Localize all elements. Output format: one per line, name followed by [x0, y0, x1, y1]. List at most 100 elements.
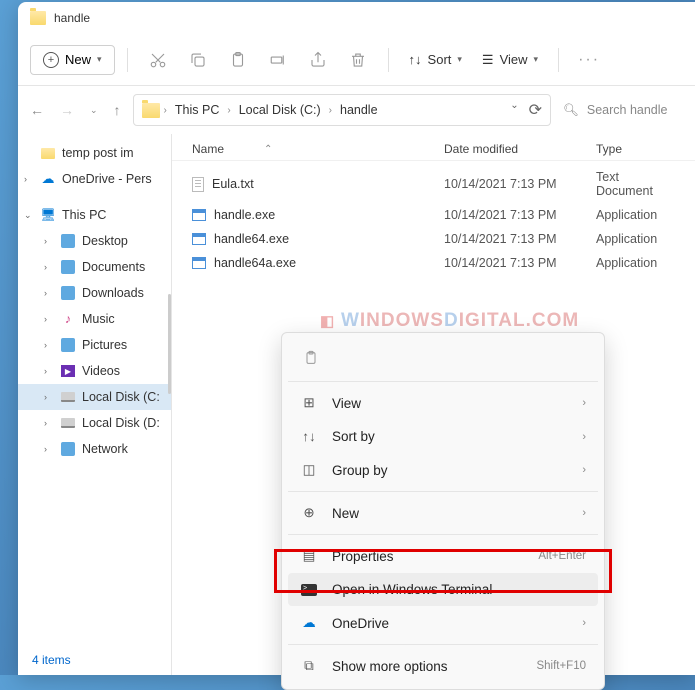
ctx-open-terminal[interactable]: Open in Windows Terminal [288, 573, 598, 606]
sidebar-item[interactable]: ›☁OneDrive - Pers [18, 166, 171, 192]
ctx-show-more[interactable]: ⧉ Show more options Shift+F10 [288, 649, 598, 683]
sidebar-item[interactable]: ›Documents [18, 254, 171, 280]
file-icon [192, 257, 206, 269]
file-name: handle64.exe [214, 232, 289, 246]
ctx-properties[interactable]: ▤ Properties Alt+Enter [288, 539, 598, 573]
more-icon: ⧉ [300, 658, 318, 674]
cut-icon[interactable] [140, 42, 176, 78]
file-name: Eula.txt [212, 177, 254, 191]
dropdown-icon[interactable]: ⌄ [510, 100, 518, 120]
separator [558, 48, 559, 72]
file-row[interactable]: handle64.exe10/14/2021 7:13 PMApplicatio… [172, 227, 695, 251]
chevron-icon: › [44, 392, 47, 402]
sidebar-label: Downloads [82, 286, 144, 300]
chevron-right-icon: › [582, 617, 586, 629]
chevron-icon: ⌄ [24, 210, 32, 221]
chevron-down-icon: ▾ [534, 54, 539, 65]
file-icon [192, 233, 206, 245]
ctx-new[interactable]: ⊕ New › [288, 496, 598, 530]
file-type: Text Document [596, 170, 675, 198]
paste-icon[interactable] [220, 42, 256, 78]
pc-icon: 🖥︎ [40, 207, 56, 223]
file-icon [192, 209, 206, 221]
view-button[interactable]: ☰ View ▾ [474, 46, 546, 74]
chevron-icon: › [44, 444, 47, 454]
sidebar-item[interactable]: › Downloads [18, 280, 171, 306]
breadcrumb-disk[interactable]: Local Disk (C:) [235, 101, 325, 119]
file-icon [192, 177, 204, 192]
chevron-down-icon: ▾ [97, 54, 102, 65]
shortcut-label: Alt+Enter [538, 550, 586, 562]
generic-icon [60, 337, 76, 353]
ctx-onedrive[interactable]: ☁ OneDrive › [288, 606, 598, 640]
folder-icon [142, 103, 160, 118]
music-icon: ♪ [60, 311, 76, 327]
file-type: Application [596, 208, 675, 222]
refresh-icon[interactable]: ⟳ [529, 100, 542, 120]
recent-button[interactable]: ⌄ [90, 105, 98, 116]
breadcrumb-folder[interactable]: handle [336, 101, 382, 119]
chevron-icon: › [44, 236, 47, 246]
new-button[interactable]: + New ▾ [30, 45, 115, 75]
col-date[interactable]: Date modified [444, 142, 596, 156]
more-button[interactable]: ··· [571, 42, 607, 78]
file-row[interactable]: handle.exe10/14/2021 7:13 PMApplication [172, 203, 695, 227]
file-type: Application [596, 256, 675, 270]
view-icon: ☰ [482, 52, 494, 68]
chevron-right-icon: › [329, 105, 332, 116]
share-icon[interactable] [300, 42, 336, 78]
cloud-icon: ☁ [300, 615, 318, 631]
delete-icon[interactable] [340, 42, 376, 78]
scrollbar[interactable] [168, 294, 171, 394]
toolbar: + New ▾ ↑↓ Sort ▾ ☰ View ▾ ··· [18, 34, 695, 86]
disk-icon [60, 415, 76, 431]
plus-icon: + [43, 52, 59, 68]
search-box[interactable]: 🔍︎ Search handle [563, 103, 683, 118]
ctx-groupby[interactable]: ◫ Group by › [288, 453, 598, 487]
video-icon: ▶ [60, 363, 76, 379]
sort-button[interactable]: ↑↓ Sort ▾ [401, 46, 470, 73]
ctx-sortby[interactable]: ↑↓ Sort by › [288, 420, 598, 453]
properties-icon: ▤ [300, 548, 318, 564]
address-bar[interactable]: › This PC › Local Disk (C:) › handle ⌄ ⟳ [133, 94, 551, 126]
copy-icon[interactable] [180, 42, 216, 78]
forward-button[interactable]: → [60, 102, 74, 118]
chevron-right-icon: › [582, 464, 586, 476]
chevron-icon: › [44, 314, 47, 324]
file-row[interactable]: Eula.txt10/14/2021 7:13 PMText Document [172, 165, 695, 203]
col-type[interactable]: Type [596, 142, 675, 156]
sidebar-item[interactable]: › Desktop [18, 228, 171, 254]
back-button[interactable]: ← [30, 102, 44, 118]
file-row[interactable]: handle64a.exe10/14/2021 7:13 PMApplicati… [172, 251, 695, 275]
sidebar-label: This PC [62, 208, 106, 222]
sidebar-item[interactable]: ›Local Disk (C: [18, 384, 171, 410]
separator [388, 48, 389, 72]
sidebar-label: Desktop [82, 234, 128, 248]
sidebar-item[interactable]: ›▶Videos [18, 358, 171, 384]
sidebar-label: Network [82, 442, 128, 456]
sort-icon: ↑↓ [300, 429, 318, 444]
separator [288, 381, 598, 382]
paste-icon[interactable] [294, 343, 328, 373]
chevron-icon: › [44, 288, 47, 298]
ctx-view[interactable]: ⊞ View › [288, 386, 598, 420]
sidebar-item[interactable]: temp post im [18, 140, 171, 166]
breadcrumb-thispc[interactable]: This PC [171, 101, 223, 119]
separator [288, 644, 598, 645]
sidebar-item[interactable]: ›♪Music [18, 306, 171, 332]
generic-icon [60, 285, 76, 301]
sidebar-item[interactable]: ›Pictures [18, 332, 171, 358]
up-button[interactable]: ↑ [114, 102, 121, 118]
sidebar-label: Videos [82, 364, 120, 378]
file-date: 10/14/2021 7:13 PM [444, 256, 596, 270]
rename-icon[interactable] [260, 42, 296, 78]
sidebar-label: Pictures [82, 338, 127, 352]
sidebar-label: Documents [82, 260, 145, 274]
col-name[interactable]: Name⌃ [192, 142, 444, 156]
group-icon: ◫ [300, 462, 318, 478]
window-title: handle [54, 11, 90, 25]
sidebar-item[interactable]: › Network [18, 436, 171, 462]
sidebar-item[interactable]: ›Local Disk (D: [18, 410, 171, 436]
sidebar-item[interactable]: ⌄ 🖥︎ This PC [18, 202, 171, 228]
disk-icon [60, 389, 76, 405]
